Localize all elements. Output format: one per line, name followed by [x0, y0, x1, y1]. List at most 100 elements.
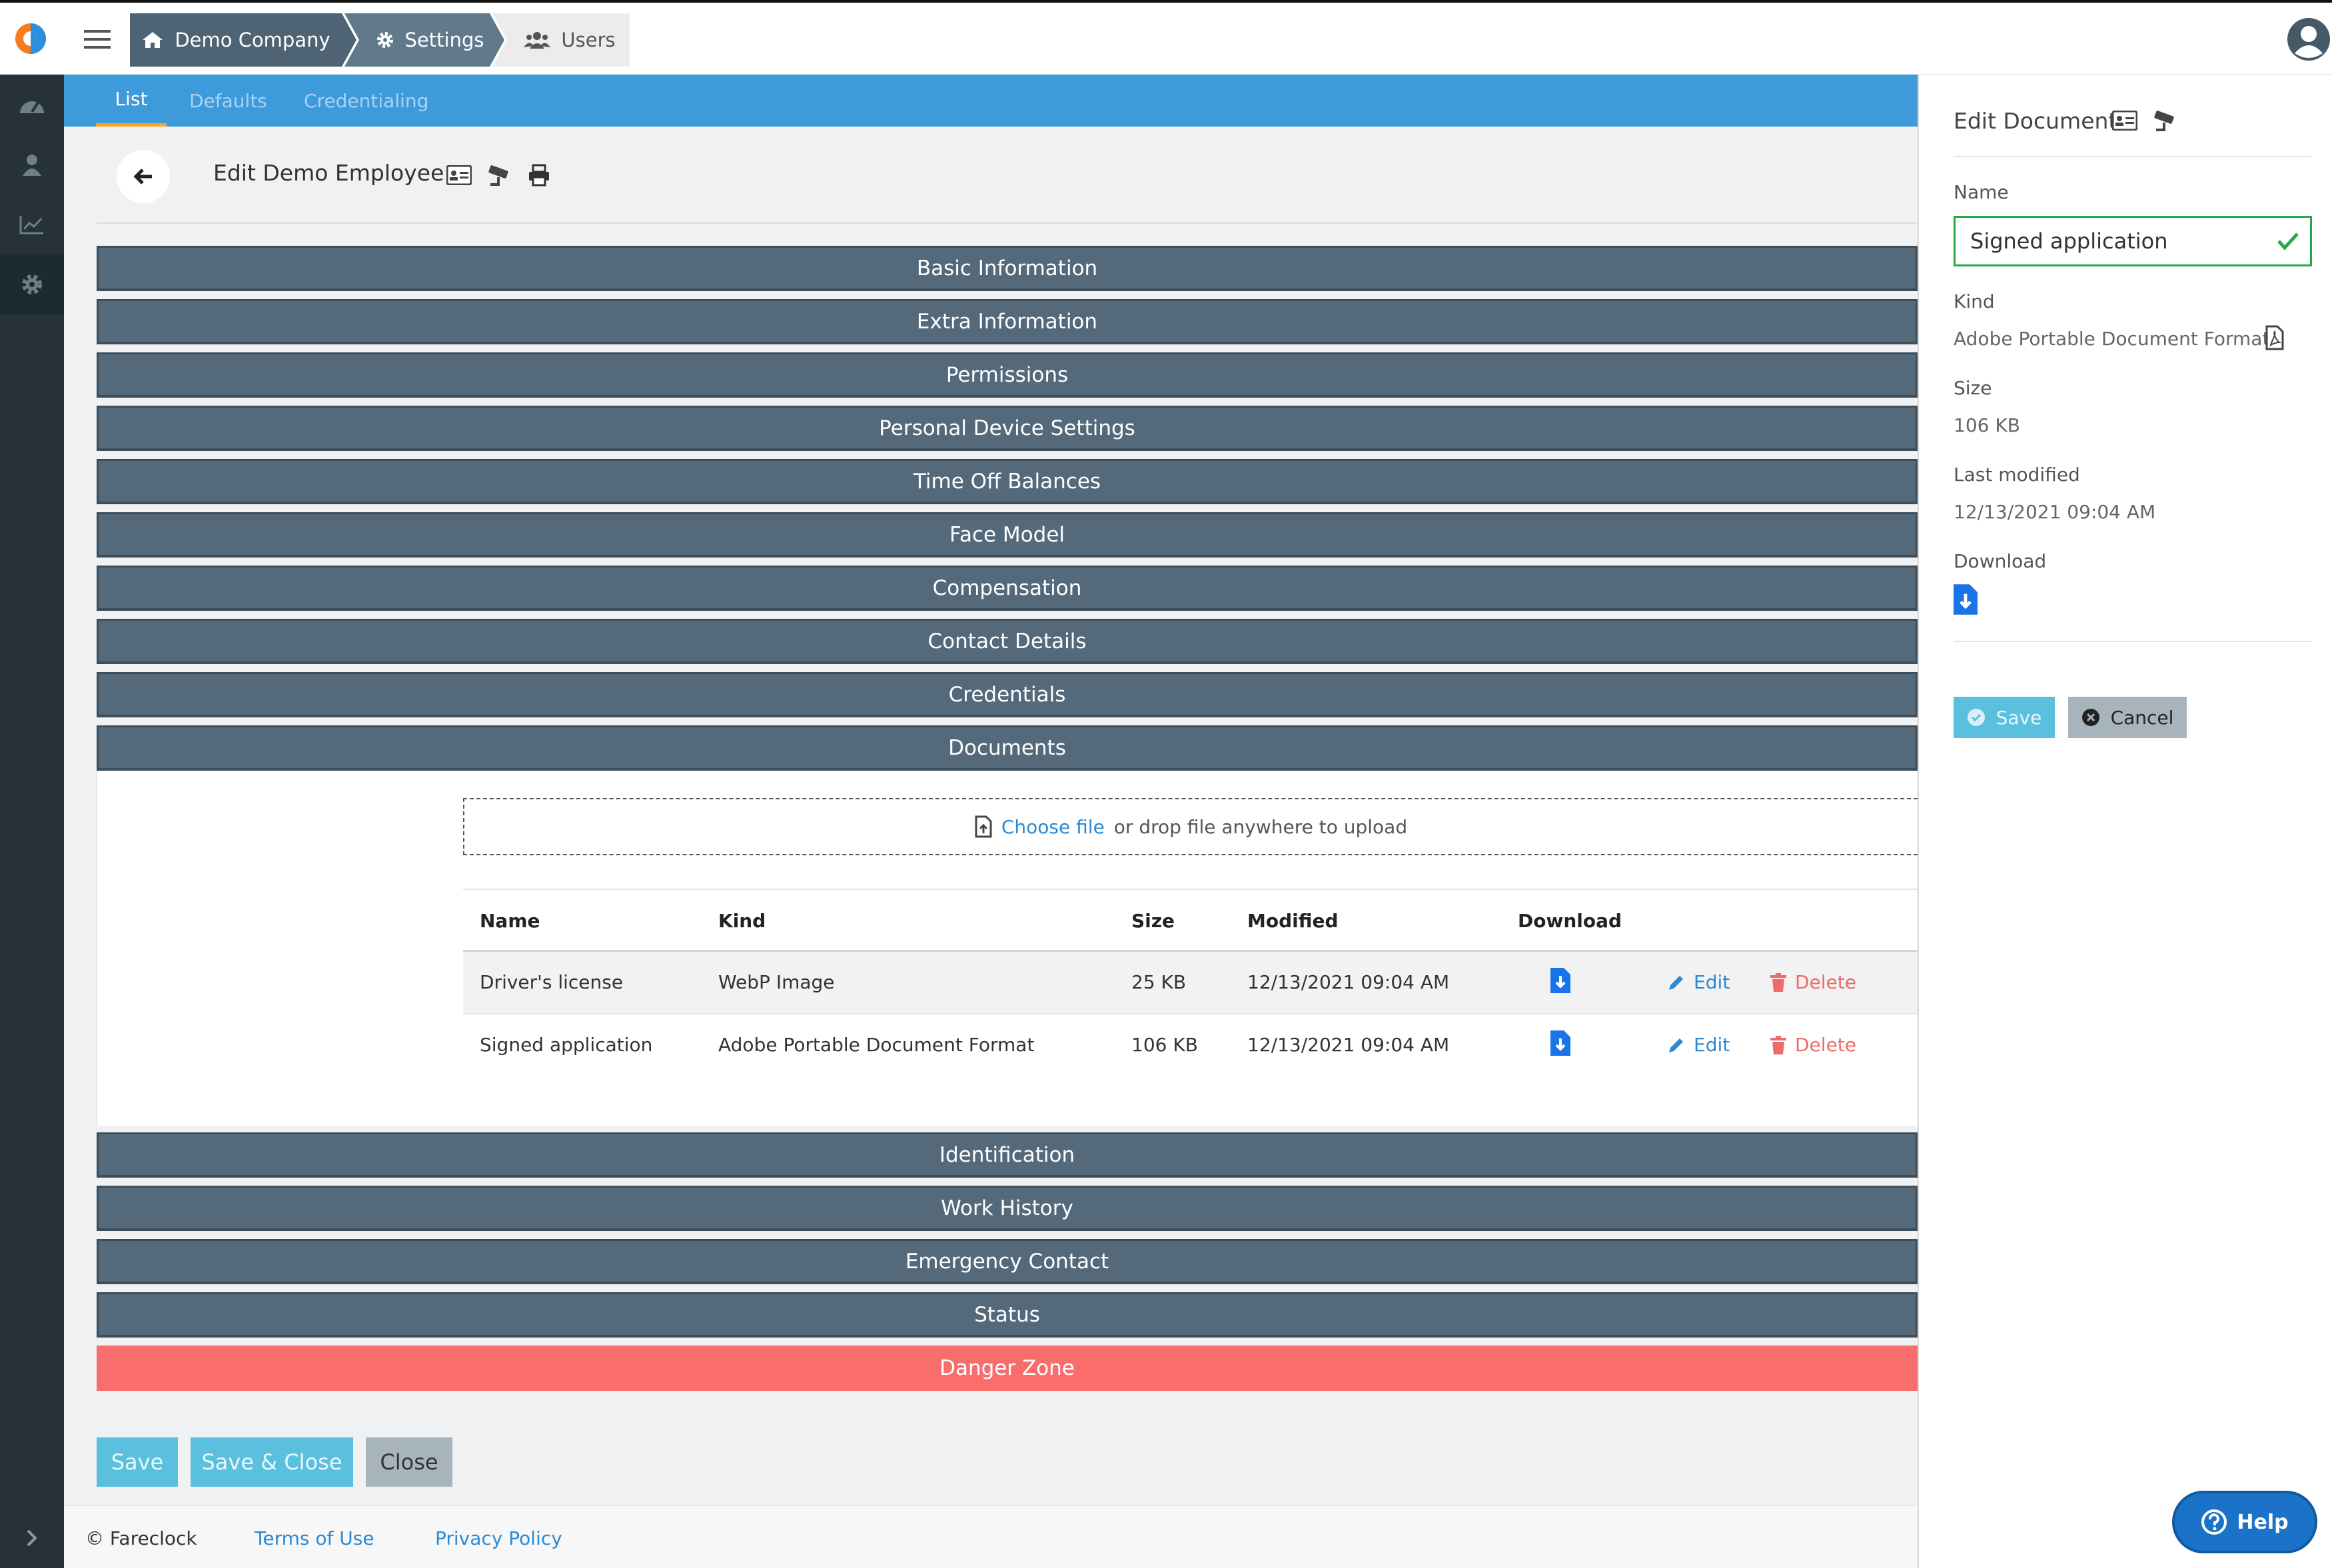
top-bar: Demo Company Settings Users	[0, 0, 2332, 75]
document-modified: 12/13/2021 09:04 AM	[1247, 1034, 1450, 1056]
upload-dropzone[interactable]: Choose file or drop file anywhere to upl…	[463, 798, 1918, 855]
camera-icon[interactable]	[486, 164, 513, 187]
section-danger-zone[interactable]: Danger Zone	[97, 1346, 1918, 1391]
section-label: Identification	[939, 1142, 1075, 1167]
sidebar-item-settings[interactable]	[0, 254, 64, 314]
section-face-model[interactable]: Face Model	[97, 512, 1918, 558]
breadcrumb-demo-company[interactable]: Demo Company	[130, 13, 342, 67]
breadcrumb-label: Users	[561, 29, 616, 51]
section-work-history[interactable]: Work History	[97, 1186, 1918, 1231]
save-and-close-button[interactable]: Save & Close	[191, 1437, 353, 1487]
section-permissions[interactable]: Permissions	[97, 352, 1918, 398]
section-label: Face Model	[949, 522, 1065, 547]
section-status[interactable]: Status	[97, 1292, 1918, 1338]
name-field[interactable]: Signed application	[1954, 216, 2312, 266]
sidebar-item-people[interactable]	[0, 135, 64, 195]
delete-link[interactable]: Delete	[1770, 971, 1856, 993]
section-label: Permissions	[945, 362, 1069, 387]
close-circle-icon	[2081, 709, 2099, 726]
download-label: Download	[1954, 550, 2047, 572]
section-compensation[interactable]: Compensation	[97, 566, 1918, 611]
id-card-icon[interactable]	[446, 165, 472, 185]
panel-save-button[interactable]: Save	[1954, 697, 2055, 738]
help-button[interactable]: Help	[2172, 1491, 2317, 1553]
tab-credentialing[interactable]: Credentialing	[304, 75, 428, 127]
kind-label: Kind	[1954, 290, 1995, 312]
delete-label: Delete	[1795, 971, 1856, 993]
document-name: Signed application	[480, 1034, 653, 1056]
panel-save-label: Save	[1996, 706, 2042, 729]
trash-icon	[1770, 1035, 1786, 1054]
check-circle-icon	[1967, 709, 1985, 726]
section-documents[interactable]: Documents	[97, 725, 1918, 771]
pencil-icon	[1669, 975, 1683, 990]
save-button[interactable]: Save	[97, 1437, 178, 1487]
tab-list[interactable]: List	[96, 75, 167, 127]
back-button[interactable]	[117, 150, 170, 203]
camera-icon[interactable]	[2152, 109, 2179, 132]
download-file-icon[interactable]	[1954, 584, 1978, 615]
pencil-icon	[1669, 1038, 1683, 1052]
file-upload-icon	[975, 815, 992, 838]
help-label: Help	[2237, 1510, 2289, 1534]
table-divider	[463, 889, 1918, 890]
tab-label: Credentialing	[304, 89, 429, 112]
delete-link[interactable]: Delete	[1770, 1034, 1856, 1056]
section-label: Contact Details	[927, 629, 1087, 653]
last-modified-value: 12/13/2021 09:04 AM	[1954, 501, 2156, 523]
id-card-icon[interactable]	[2112, 111, 2137, 131]
download-file-icon[interactable]	[1550, 1030, 1570, 1056]
column-header-download: Download	[1518, 910, 1622, 932]
section-label: Documents	[948, 735, 1066, 760]
document-modified: 12/13/2021 09:04 AM	[1247, 971, 1450, 993]
person-icon	[23, 155, 41, 176]
copyright: © Fareclock	[85, 1527, 197, 1549]
document-kind: Adobe Portable Document Format	[718, 1034, 1035, 1056]
close-button[interactable]: Close	[366, 1437, 452, 1487]
subnav-tabs: List Defaults Credentialing	[64, 75, 1918, 127]
dashboard-icon	[20, 101, 44, 113]
edit-label: Edit	[1694, 1034, 1730, 1056]
chart-line-icon	[19, 216, 43, 234]
section-label: Status	[974, 1302, 1040, 1327]
trash-icon	[1770, 973, 1786, 992]
section-credentials[interactable]: Credentials	[97, 672, 1918, 717]
section-emergency-contact[interactable]: Emergency Contact	[97, 1239, 1918, 1284]
panel-cancel-button[interactable]: Cancel	[2068, 697, 2187, 738]
section-label: Extra Information	[916, 309, 1098, 334]
app-logo[interactable]	[13, 21, 48, 56]
section-extra-information[interactable]: Extra Information	[97, 299, 1918, 344]
name-field-value: Signed application	[1970, 228, 2168, 254]
breadcrumb-settings[interactable]: Settings	[356, 13, 503, 67]
user-circle-icon[interactable]	[2285, 16, 2332, 63]
section-basic-information[interactable]: Basic Information	[97, 246, 1918, 291]
document-size: 106 KB	[1131, 1034, 1198, 1056]
hamburger-menu-icon[interactable]	[84, 29, 111, 49]
download-file-icon[interactable]	[1550, 968, 1570, 993]
sidebar-item-reports[interactable]	[0, 195, 64, 254]
sidebar-item-dashboard[interactable]	[0, 75, 64, 135]
section-label: Time Off Balances	[913, 469, 1101, 494]
breadcrumb-users[interactable]: Users	[510, 13, 630, 67]
section-identification[interactable]: Identification	[97, 1132, 1918, 1178]
terms-link[interactable]: Terms of Use	[255, 1527, 374, 1549]
section-personal-device-settings[interactable]: Personal Device Settings	[97, 406, 1918, 451]
edit-link[interactable]: Edit	[1667, 971, 1730, 993]
panel-cancel-label: Cancel	[2110, 706, 2174, 729]
privacy-link[interactable]: Privacy Policy	[435, 1527, 562, 1549]
delete-label: Delete	[1795, 1034, 1856, 1056]
section-label: Basic Information	[916, 256, 1098, 280]
section-contact-details[interactable]: Contact Details	[97, 619, 1918, 664]
section-label: Danger Zone	[939, 1356, 1075, 1380]
page-title: Edit Demo Employee	[213, 160, 444, 186]
sidebar-expand-button[interactable]	[0, 1508, 64, 1568]
section-time-off-balances[interactable]: Time Off Balances	[97, 459, 1918, 504]
choose-file-link[interactable]: Choose file	[1001, 816, 1105, 838]
edit-link[interactable]: Edit	[1667, 1034, 1730, 1056]
panel-divider	[1954, 641, 2311, 642]
column-header-modified: Modified	[1247, 910, 1339, 932]
edit-document-panel: Edit Document Name Signed application Ki…	[1918, 75, 2332, 1568]
print-icon[interactable]	[528, 164, 550, 187]
document-kind: WebP Image	[718, 971, 835, 993]
tab-defaults[interactable]: Defaults	[189, 75, 267, 127]
